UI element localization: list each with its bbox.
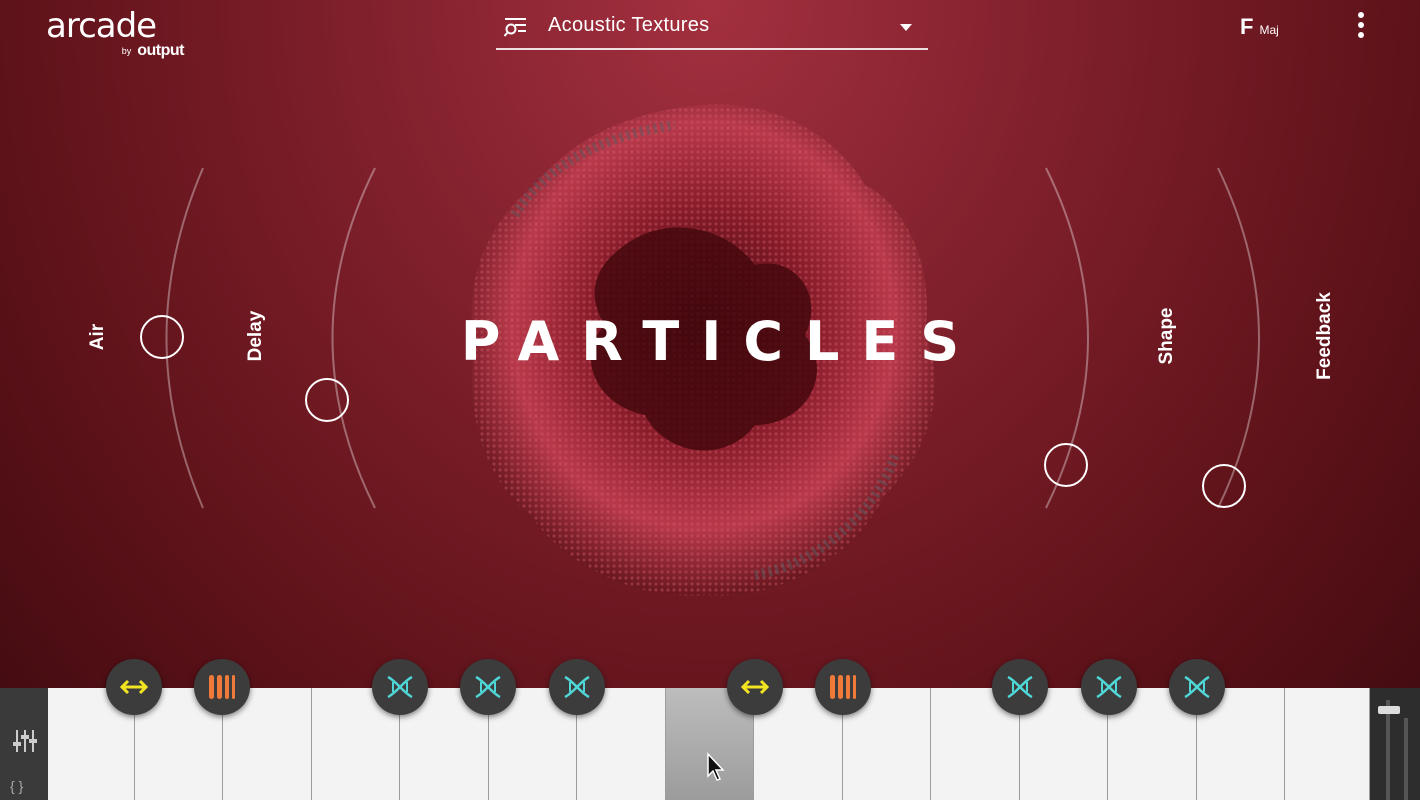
arrows-horizontal-button[interactable] <box>106 659 162 715</box>
dna-icon <box>387 675 413 699</box>
dna-button[interactable] <box>992 659 1048 715</box>
stutter-button[interactable] <box>194 659 250 715</box>
arrows-horizontal-icon <box>740 679 770 695</box>
macro-label-feedback: Feedback <box>1314 292 1335 380</box>
dna-icon <box>1007 675 1033 699</box>
mixer-sliders-icon <box>13 730 37 752</box>
dna-icon <box>564 675 590 699</box>
macro-label-shape: Shape <box>1156 307 1177 365</box>
dna-button[interactable] <box>372 659 428 715</box>
dna-button[interactable] <box>549 659 605 715</box>
volume-slider-handle[interactable] <box>1378 706 1400 714</box>
dna-button[interactable] <box>460 659 516 715</box>
macro-label-delay: Delay <box>245 310 266 362</box>
macro-knob-feedback[interactable] <box>1202 464 1246 508</box>
dna-button[interactable] <box>1169 659 1225 715</box>
dna-icon <box>475 675 501 699</box>
macro-knob-shape[interactable] <box>1044 443 1088 487</box>
dna-icon <box>1184 675 1210 699</box>
macro-label-air: Air <box>87 323 108 351</box>
dna-icon <box>1096 675 1122 699</box>
mouse-cursor-icon <box>707 752 725 781</box>
macro-knob-air[interactable] <box>140 315 184 359</box>
dna-button[interactable] <box>1081 659 1137 715</box>
braces-icon: { } <box>10 778 24 794</box>
bars-stutter-icon <box>209 675 235 699</box>
arrows-horizontal-button[interactable] <box>727 659 783 715</box>
bars-stutter-icon <box>830 675 856 699</box>
piano-key[interactable] <box>1285 688 1370 800</box>
mixer-panel-toggle[interactable]: { } <box>0 688 48 800</box>
volume-slider-track[interactable] <box>1386 700 1390 800</box>
modwheel-slider-track[interactable] <box>1404 718 1408 800</box>
volume-slider-panel <box>1370 688 1420 800</box>
macro-knob-delay[interactable] <box>305 378 349 422</box>
stutter-button[interactable] <box>815 659 871 715</box>
arrows-horizontal-icon <box>119 679 149 695</box>
